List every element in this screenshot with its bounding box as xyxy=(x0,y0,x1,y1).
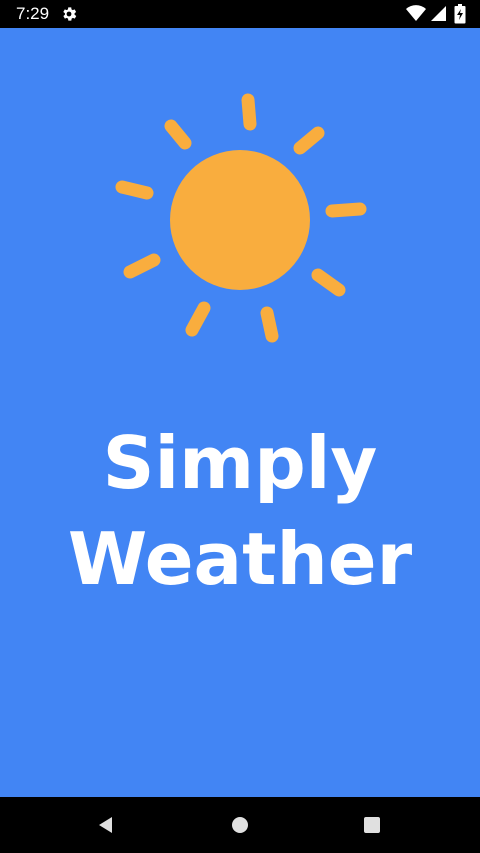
back-icon[interactable] xyxy=(92,811,120,839)
app-title-line-1: Simply xyxy=(102,421,378,505)
home-icon[interactable] xyxy=(226,811,254,839)
status-time: 7:29 xyxy=(16,4,50,23)
sun-disc xyxy=(170,150,310,290)
splash-screen: 7:29 Simply Weather xyxy=(0,0,480,853)
sun-icon xyxy=(115,93,367,343)
wifi-icon xyxy=(406,5,426,21)
navigation-bar xyxy=(0,797,480,853)
app-title-line-2: Weather xyxy=(67,517,413,601)
cellular-signal-icon xyxy=(431,6,446,21)
battery-icon xyxy=(454,4,466,24)
app-title: Simply Weather xyxy=(0,415,480,607)
status-bar: 7:29 xyxy=(0,0,480,28)
recents-icon[interactable] xyxy=(358,811,386,839)
settings-icon xyxy=(63,7,77,21)
